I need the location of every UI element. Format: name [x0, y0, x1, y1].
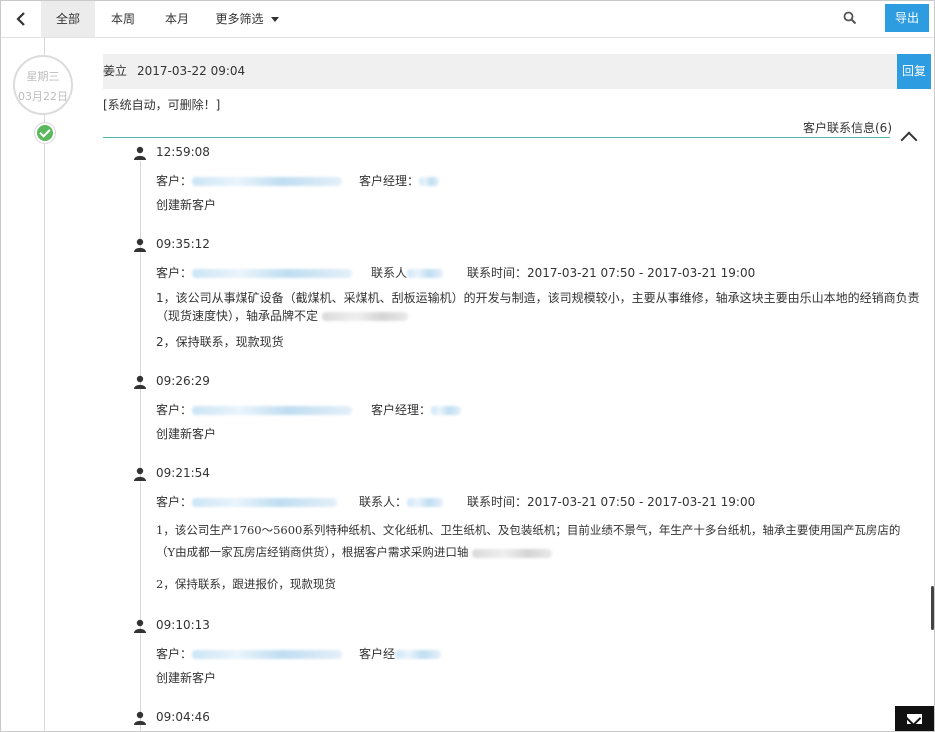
- record-contact-time: 联系时间：2017-03-21 07:50 - 2017-03-21 19:00: [467, 495, 756, 509]
- person-icon: [134, 619, 146, 633]
- record-content-line: 1，该公司从事煤矿设备（截煤机、采煤机、刮板运输机）的开发与制造，该司规模较小，…: [156, 291, 920, 305]
- customer-label: 客户：: [156, 403, 193, 417]
- timeline-line: [44, 37, 45, 731]
- manager-label: 客户经理：: [359, 174, 420, 188]
- record-time: 12:59:08: [156, 145, 210, 159]
- customer-label: 客户：: [156, 266, 193, 280]
- export-button[interactable]: 导出: [885, 4, 929, 32]
- section-divider: [103, 137, 890, 138]
- tab-this-week[interactable]: 本周: [97, 1, 149, 37]
- record-contact-time: 联系时间：2017-03-21 07:50 - 2017-03-21 19:00: [467, 266, 756, 280]
- person-icon: [134, 467, 146, 481]
- person-icon: [134, 375, 146, 389]
- entry-header: 姜立 2017-03-22 09:04: [103, 54, 931, 89]
- redacted-customer: [192, 177, 343, 186]
- caret-down-icon: [270, 17, 279, 22]
- redacted-text: [472, 548, 553, 558]
- more-filters-label: 更多筛选: [215, 12, 264, 26]
- customer-label: 客户：: [156, 495, 193, 509]
- redacted-manager: [395, 650, 442, 659]
- search-button[interactable]: [843, 11, 859, 27]
- record-manager: 客户经理：: [359, 172, 440, 189]
- contact-label: 联系人：: [359, 495, 408, 509]
- record-contact: 联系人：: [359, 493, 444, 510]
- redacted-contact: [407, 269, 444, 278]
- manager-label: 客户经理：: [371, 403, 432, 417]
- search-icon: [843, 11, 857, 25]
- more-filters-dropdown[interactable]: 更多筛选: [205, 1, 289, 37]
- content-text: （现货速度快），轴承品牌不定: [156, 309, 319, 323]
- contact-label: 联系人: [371, 266, 408, 280]
- redacted-manager: [419, 177, 440, 186]
- mail-icon-button[interactable]: [895, 706, 934, 731]
- back-button[interactable]: [1, 1, 41, 37]
- person-icon: [134, 146, 146, 160]
- record-customer: 客户：: [156, 401, 353, 418]
- contact-info-title: 客户联系信息(6): [803, 121, 892, 135]
- reply-button[interactable]: 回复: [897, 54, 931, 89]
- record-content-line: （现货速度快），轴承品牌不定: [156, 307, 409, 326]
- redacted-text: [322, 312, 409, 321]
- redacted-customer: [192, 650, 343, 659]
- content-text: （Y由成都一家瓦房店经销商供货），根据客户需求采购进口轴: [156, 545, 469, 559]
- record-time: 09:04:46: [156, 710, 210, 724]
- redacted-manager: [431, 406, 462, 415]
- record-contact: 联系人: [371, 264, 444, 281]
- record-time: 09:26:29: [156, 374, 210, 388]
- author-name: 姜立: [103, 64, 128, 78]
- record-time: 09:21:54: [156, 466, 210, 480]
- redacted-customer: [192, 406, 353, 415]
- record-customer: 客户：: [156, 264, 353, 281]
- redacted-customer: [192, 498, 338, 507]
- record-manager: 客户经: [359, 645, 442, 662]
- record-customer: 客户：: [156, 645, 343, 662]
- record-content-line: 2，保持联系，跟进报价，现款现货: [156, 577, 336, 591]
- date-label: 03月22日: [18, 90, 68, 103]
- record-content-line: 2，保持联系，现款现货: [156, 335, 284, 349]
- customer-label: 客户：: [156, 174, 193, 188]
- record-manager: 客户经理：: [371, 401, 462, 418]
- app-window: 全部 本周 本月 更多筛选 导出 星期三 03月22日 姜立 2017-03-22…: [0, 0, 935, 732]
- record-customer: 客户：: [156, 172, 343, 189]
- weekday-label: 星期三: [26, 70, 60, 83]
- person-icon: [134, 711, 146, 725]
- record-customer: 客户：: [156, 493, 338, 510]
- redacted-contact: [407, 498, 444, 507]
- entry-datetime: 2017-03-22 09:04: [137, 64, 246, 78]
- system-note: [系统自动，可删除！]: [103, 98, 221, 112]
- manager-label: 客户经: [359, 647, 396, 661]
- record-content: 创建新客户: [156, 198, 217, 212]
- date-badge: 星期三 03月22日: [13, 55, 73, 115]
- record-content: 创建新客户: [156, 427, 217, 441]
- check-icon: [37, 125, 53, 141]
- record-content: 创建新客户: [156, 671, 217, 685]
- record-time: 09:10:13: [156, 618, 210, 632]
- chevron-left-icon: [16, 12, 25, 26]
- record-content-line: （Y由成都一家瓦房店经销商供货），根据客户需求采购进口轴: [156, 543, 553, 562]
- collapse-chevron-up-icon[interactable]: [900, 131, 918, 149]
- redacted-customer: [192, 269, 353, 278]
- tab-this-month[interactable]: 本月: [151, 1, 203, 37]
- person-icon: [134, 238, 146, 252]
- record-time: 09:35:12: [156, 237, 210, 251]
- tab-all[interactable]: 全部: [41, 1, 95, 37]
- record-content-line: 1，该公司生产1760～5600系列特种纸机、文化纸机、卫生纸机、及包装纸机；目…: [156, 523, 901, 537]
- toolbar: 全部 本周 本月 更多筛选 导出: [1, 1, 934, 38]
- customer-label: 客户：: [156, 647, 193, 661]
- scrollbar-thumb[interactable]: [931, 586, 934, 630]
